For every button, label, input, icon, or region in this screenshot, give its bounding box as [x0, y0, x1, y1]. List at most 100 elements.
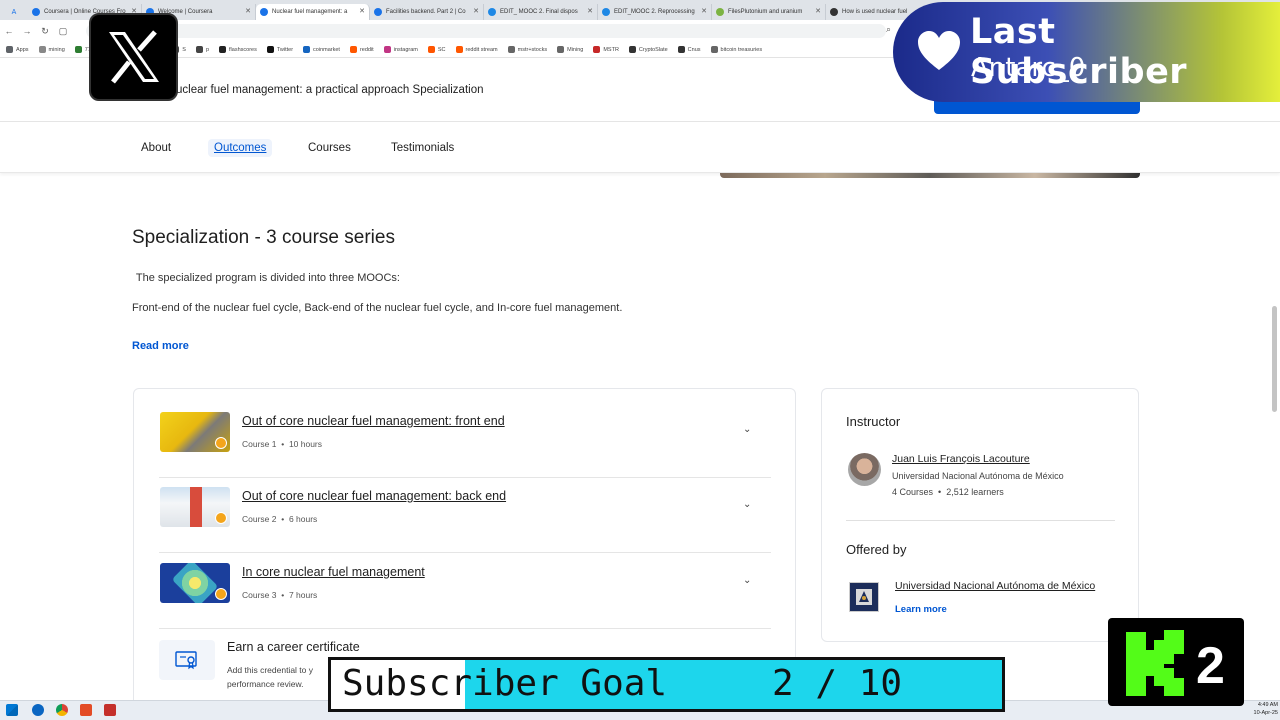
- bookmark-label: reddit: [359, 46, 374, 53]
- docs-icon: [488, 8, 496, 16]
- back-icon[interactable]: ←: [0, 26, 18, 36]
- course-row[interactable]: In core nuclear fuel management Course 3…: [159, 563, 771, 629]
- course-number: Course 2: [242, 514, 277, 524]
- coursera-badge-icon: [215, 588, 227, 600]
- intro-text: The specialized program is divided into …: [133, 272, 400, 284]
- coursera-icon: A: [11, 8, 17, 16]
- course-title: uclear fuel management: a practical appr…: [176, 84, 484, 96]
- read-more-link[interactable]: Read more: [132, 340, 189, 352]
- instructor-heading: Instructor: [846, 414, 901, 429]
- bookmark-item[interactable]: Mining: [557, 46, 583, 53]
- close-icon[interactable]: ✕: [359, 7, 365, 15]
- course-title-link[interactable]: Out of core nuclear fuel management: bac…: [242, 489, 506, 503]
- course-thumbnail: [160, 487, 230, 527]
- bookmark-icon: [383, 46, 391, 53]
- bookmark-label: mstr+stocks: [517, 46, 548, 53]
- reload-icon[interactable]: ↻: [36, 26, 54, 37]
- bookmark-label: flashscores: [229, 46, 257, 53]
- close-icon[interactable]: ✕: [245, 7, 251, 15]
- bookmark-icon: [710, 46, 718, 53]
- forward-icon[interactable]: →: [18, 26, 36, 36]
- close-icon[interactable]: ✕: [815, 7, 821, 15]
- course-number: Course 1: [242, 439, 277, 449]
- learn-more-link[interactable]: Learn more: [895, 604, 947, 615]
- app-icon[interactable]: [104, 704, 116, 716]
- bookmark-item[interactable]: SC: [427, 46, 446, 53]
- certificate-icon: [159, 640, 215, 680]
- clock-time: 4:49 AM: [1257, 702, 1278, 708]
- bookmark-label: reddit stream: [465, 46, 498, 53]
- instructor-university: Universidad Nacional Autónoma de México: [892, 471, 1064, 481]
- browser-tab[interactable]: EDIT_ MOOC 2. Final dispos ✕: [484, 4, 598, 20]
- instructor-name-link[interactable]: Juan Luis François Lacouture: [892, 453, 1030, 465]
- bookmark-item[interactable]: mining: [38, 46, 65, 53]
- bookmark-label: bitcoin treasuries: [720, 46, 763, 53]
- course-hours: 10 hours: [288, 439, 323, 449]
- tab-testimonials[interactable]: Testimonials: [385, 139, 460, 157]
- windows-start-icon[interactable]: [6, 704, 18, 716]
- bookmark-item[interactable]: mstr+stocks: [507, 46, 548, 53]
- course-meta: Course 3 • 7 hours: [242, 590, 318, 600]
- certificate-title: Earn a career certificate: [227, 640, 360, 654]
- bookmark-icon: [74, 46, 82, 53]
- tab-pinned[interactable]: A: [0, 4, 28, 20]
- course-title-link[interactable]: In core nuclear fuel management: [242, 565, 425, 579]
- chevron-down-icon[interactable]: ⌄: [743, 575, 751, 586]
- chrome-icon[interactable]: [56, 704, 68, 716]
- divider: [846, 520, 1115, 521]
- tabs-icon[interactable]: ▢: [54, 26, 72, 37]
- bookmark-item[interactable]: flashscores: [219, 46, 257, 53]
- close-icon[interactable]: ✕: [587, 7, 593, 15]
- scrollbar[interactable]: [1272, 306, 1277, 412]
- course-row[interactable]: Out of core nuclear fuel management: fro…: [159, 412, 771, 478]
- bookmark-item[interactable]: reddit: [349, 46, 374, 53]
- x-logo-icon: [89, 13, 178, 101]
- tab-about[interactable]: About: [135, 139, 177, 157]
- browser-tab[interactable]: FilesPlutonium and uranium ✕: [712, 4, 826, 20]
- chevron-down-icon[interactable]: ⌄: [743, 499, 751, 510]
- course-row[interactable]: Out of core nuclear fuel management: bac…: [159, 487, 771, 553]
- bookmark-item[interactable]: Apps: [6, 46, 29, 53]
- section-nav: [0, 121, 1280, 173]
- bookmark-item[interactable]: MSTR: [593, 46, 619, 53]
- edge-icon[interactable]: [32, 704, 44, 716]
- bookmark-label: Twitter: [276, 46, 294, 53]
- bookmark-item[interactable]: p: [195, 46, 210, 53]
- app-icon[interactable]: [80, 704, 92, 716]
- bookmark-item[interactable]: Twitter: [266, 46, 294, 53]
- coursera-icon: [32, 8, 40, 16]
- university-name-link[interactable]: Universidad Nacional Autónoma de México: [895, 580, 1095, 592]
- course-title-link[interactable]: Out of core nuclear fuel management: fro…: [242, 414, 505, 428]
- tab-courses[interactable]: Courses: [302, 139, 357, 157]
- bookmark-item[interactable]: CryptoSlate: [628, 46, 668, 53]
- tab-label: Nuclear fuel management: a: [272, 9, 348, 15]
- bookmark-label: Cnus: [687, 46, 701, 53]
- bookmark-item[interactable]: reddit stream: [455, 46, 498, 53]
- bookmark-item[interactable]: instagram: [383, 46, 418, 53]
- bookmark-item[interactable]: Cnus: [677, 46, 701, 53]
- browser-tab[interactable]: Facilities backend. Part 2 | Co ✕: [370, 4, 484, 20]
- last-subscriber-name: Antarc_0: [971, 53, 1086, 83]
- bookmark-item[interactable]: coinmarket: [303, 46, 340, 53]
- url-input[interactable]: [86, 24, 886, 38]
- browser-tab[interactable]: EDIT_MOOC 2. Reprocessing ✕: [598, 4, 712, 20]
- close-icon[interactable]: ✕: [701, 7, 707, 15]
- kick-count: 2: [1196, 637, 1225, 695]
- avatar[interactable]: [848, 453, 881, 486]
- bookmark-item[interactable]: bitcoin treasuries: [710, 46, 763, 53]
- instructor-learner-count: 2,512 learners: [946, 487, 1004, 497]
- close-icon[interactable]: ✕: [473, 7, 479, 15]
- coursera-badge-icon: [215, 437, 227, 449]
- heart-icon: [916, 30, 962, 77]
- hero-image: [720, 173, 1140, 178]
- tab-outcomes[interactable]: Outcomes: [208, 139, 273, 157]
- coursera-badge-icon: [215, 512, 227, 524]
- bookmark-icon: [628, 46, 636, 53]
- bookmark-label: p: [205, 46, 210, 53]
- bookmark-icon: [593, 46, 601, 53]
- browser-tab-active[interactable]: Nuclear fuel management: a ✕: [256, 4, 370, 20]
- course-meta: Course 2 • 6 hours: [242, 514, 318, 524]
- instructor-course-count: 4 Courses: [892, 487, 934, 497]
- search-icon[interactable]: ⌕: [886, 24, 891, 35]
- chevron-down-icon[interactable]: ⌄: [743, 424, 751, 435]
